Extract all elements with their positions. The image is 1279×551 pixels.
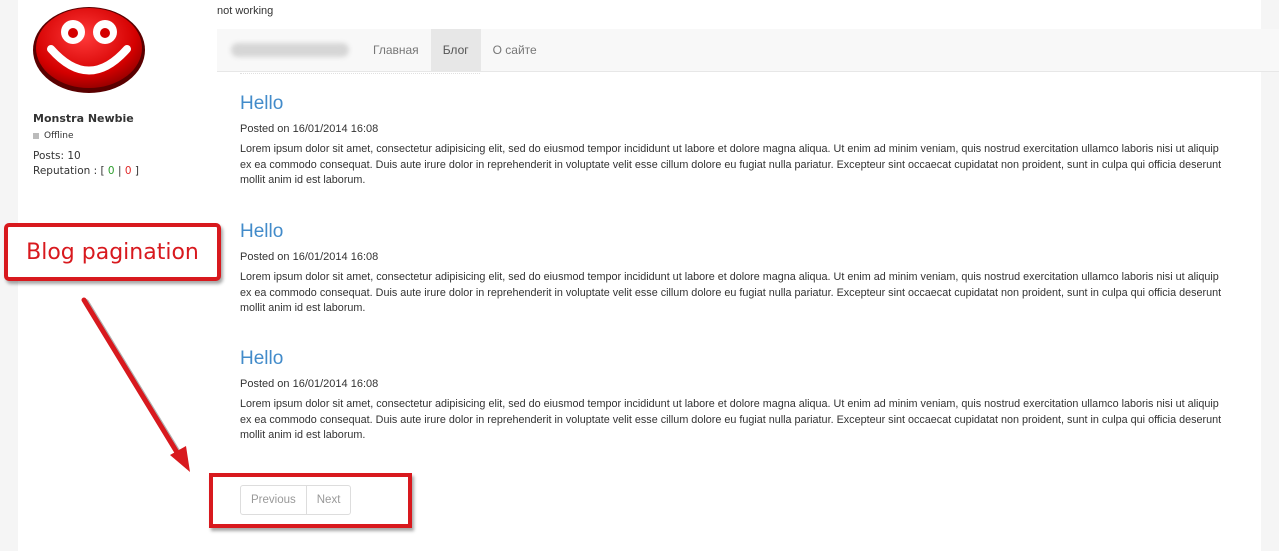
- post-date: Posted on 16/01/2014 16:08: [240, 123, 379, 135]
- blog-post: Hello Posted on 16/01/2014 16:08 Lorem i…: [240, 93, 1230, 189]
- nav-divider: [240, 73, 480, 77]
- annotation-callout: Blog pagination: [4, 223, 221, 281]
- right-page-margin: [1261, 0, 1279, 551]
- post-title[interactable]: Hello: [240, 348, 1230, 370]
- pagination-highlight-box: [209, 473, 412, 528]
- navbar: Главная Блог О сайте: [217, 28, 1279, 72]
- blog-post: Hello Posted on 16/01/2014 16:08 Lorem i…: [240, 348, 1230, 444]
- post-body: Lorem ipsum dolor sit amet, consectetur …: [240, 271, 1222, 314]
- nav-item-about[interactable]: О сайте: [481, 29, 549, 72]
- post-date: Posted on 16/01/2014 16:08: [240, 251, 379, 263]
- callout-text: Blog pagination: [26, 239, 199, 265]
- post-title[interactable]: Hello: [240, 221, 1230, 243]
- blog-post: Hello Posted on 16/01/2014 16:08 Lorem i…: [240, 221, 1230, 317]
- post-date: Posted on 16/01/2014 16:08: [240, 378, 379, 390]
- post-body: Lorem ipsum dolor sit amet, consectetur …: [240, 143, 1222, 186]
- post-body: Lorem ipsum dolor sit amet, consectetur …: [240, 398, 1222, 441]
- nav-item-blog[interactable]: Блог: [430, 28, 481, 72]
- post-title[interactable]: Hello: [240, 93, 1230, 115]
- nav-item-home[interactable]: Главная: [361, 29, 431, 72]
